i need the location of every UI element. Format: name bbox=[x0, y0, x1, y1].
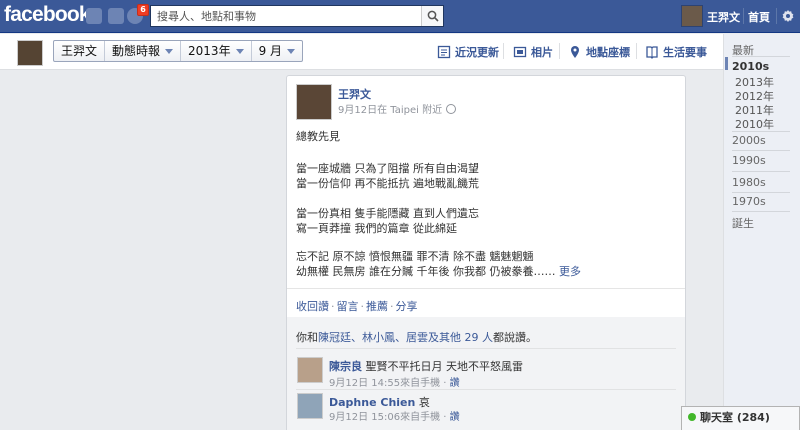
comment-time[interactable]: 9月12日 15:06來自手機 bbox=[329, 412, 440, 423]
profile-name-pill[interactable]: 王羿文 bbox=[54, 41, 106, 61]
divider bbox=[732, 211, 790, 212]
divider bbox=[732, 56, 790, 57]
divider bbox=[732, 192, 790, 193]
life-event-icon bbox=[646, 46, 658, 59]
divider bbox=[636, 43, 637, 59]
divider bbox=[296, 348, 676, 349]
commenter-avatar[interactable] bbox=[297, 357, 323, 383]
globe-icon bbox=[446, 104, 457, 114]
status-update-link[interactable]: 近況更新 bbox=[437, 44, 499, 60]
divider bbox=[732, 171, 790, 172]
comment-text: 聖賢不平托日月 天地不平怒風雷 bbox=[365, 360, 524, 373]
comment-like-link[interactable]: 讚 bbox=[450, 378, 460, 389]
author-name-link[interactable]: 王羿文 bbox=[338, 86, 371, 102]
timeline-selector: 王羿文 動態時報 2013年 9 月 bbox=[53, 40, 304, 62]
status-update-label: 近況更新 bbox=[455, 46, 499, 59]
divider bbox=[296, 389, 676, 390]
recommend-link[interactable]: 推薦 bbox=[366, 300, 388, 313]
like-summary: 你和陳冠廷、林小鳳、居雲及其他 29 人都說讚。 bbox=[296, 329, 537, 345]
month-dropdown[interactable]: 9 月 bbox=[252, 41, 302, 61]
share-link[interactable]: 分享 bbox=[396, 300, 418, 313]
year-label: 2013年 bbox=[188, 44, 231, 58]
chat-label: 聊天室 (284) bbox=[700, 411, 770, 424]
chevron-down-icon bbox=[235, 49, 244, 54]
divider bbox=[732, 131, 790, 132]
post-line: 總教先見 bbox=[296, 130, 340, 143]
user-avatar[interactable] bbox=[681, 5, 703, 27]
scrubber-item-1980s[interactable]: 1980s bbox=[732, 176, 766, 189]
facebook-logo[interactable]: facebook bbox=[4, 3, 91, 27]
messages-icon[interactable] bbox=[108, 8, 124, 24]
see-more-link[interactable]: 更多 bbox=[559, 265, 581, 278]
divider bbox=[559, 43, 560, 59]
separator: · bbox=[360, 300, 365, 313]
scrubber-item-birth[interactable]: 誕生 bbox=[732, 215, 754, 231]
photos-label: 相片 bbox=[531, 46, 553, 59]
status-icon bbox=[437, 45, 451, 59]
divider bbox=[732, 150, 790, 151]
commenter-name-link[interactable]: 陳宗良 bbox=[329, 360, 362, 373]
separator: · bbox=[390, 300, 394, 313]
post-line: 當一座城牆 只為了阻擋 所有自由渴望 bbox=[296, 162, 479, 175]
scrubber-item-1970s[interactable]: 1970s bbox=[732, 195, 766, 208]
profile-thumbnail[interactable] bbox=[17, 40, 43, 66]
section-label: 動態時報 bbox=[112, 44, 161, 58]
online-dot-icon bbox=[688, 413, 696, 421]
author-avatar[interactable] bbox=[296, 84, 332, 120]
life-events-link[interactable]: 生活要事 bbox=[645, 44, 707, 60]
month-label: 9 月 bbox=[258, 44, 283, 58]
post-line: 當一份真相 隻手能隱藏 直到人們遺忘 bbox=[296, 207, 479, 220]
scrubber-active-indicator bbox=[725, 57, 728, 70]
comment-body: 陳宗良 聖賢不平托日月 天地不平怒風雷 bbox=[329, 358, 523, 374]
scrubber-item-2010s[interactable]: 2010s bbox=[732, 60, 769, 73]
comment-meta: 9月12日 15:06來自手機 · 讚 bbox=[329, 412, 460, 423]
post-line-last: 幼無權 民無房 誰在分贓 千年後 你我都 仍被豢養…… 更多 bbox=[296, 263, 581, 279]
commenter-avatar[interactable] bbox=[297, 393, 323, 419]
scrubber-item-2010[interactable]: 2010年 bbox=[735, 116, 774, 132]
divider bbox=[503, 43, 504, 59]
story-meta: 9月12日在 Taipei 附近 bbox=[338, 101, 457, 116]
place-pin-icon bbox=[571, 46, 579, 58]
comment-like-link[interactable]: 讚 bbox=[450, 412, 460, 423]
friend-requests-icon[interactable] bbox=[86, 8, 102, 24]
separator: · bbox=[331, 300, 335, 313]
life-events-label: 生活要事 bbox=[663, 46, 707, 59]
story-actions: 收回讚 · 留言 · 推薦 · 分享 bbox=[296, 298, 418, 314]
scrubber-item-1990s[interactable]: 1990s bbox=[732, 154, 766, 167]
scrubber-item-2000s[interactable]: 2000s bbox=[732, 134, 766, 147]
unlike-link[interactable]: 收回讚 bbox=[296, 300, 329, 313]
year-dropdown[interactable]: 2013年 bbox=[181, 41, 252, 61]
chat-tab[interactable]: 聊天室 (284) bbox=[681, 406, 800, 430]
post-line: 當一份信仰 再不能抵抗 遍地戰亂饑荒 bbox=[296, 177, 479, 190]
story-timestamp[interactable]: 9月12日在 Taipei 附近 bbox=[338, 105, 442, 116]
divider bbox=[776, 8, 777, 24]
chevron-down-icon bbox=[287, 49, 296, 54]
user-name-link[interactable]: 王羿文 bbox=[707, 9, 740, 25]
comment-time[interactable]: 9月12日 14:55來自手機 bbox=[329, 378, 440, 389]
comment-meta: 9月12日 14:55來自手機 · 讚 bbox=[329, 378, 460, 389]
post-line: 忘不記 原不諒 憤恨無疆 罪不清 除不盡 魑魅魍魎 bbox=[296, 250, 534, 263]
notification-badge: 6 bbox=[137, 4, 149, 16]
likes-suffix: 都說讚。 bbox=[493, 331, 537, 344]
section-dropdown[interactable]: 動態時報 bbox=[105, 41, 182, 61]
divider bbox=[287, 288, 685, 289]
post-line: 幼無權 民無房 誰在分贓 千年後 你我都 仍被豢養…… bbox=[296, 265, 556, 278]
photo-icon bbox=[513, 46, 527, 58]
search-box bbox=[150, 5, 444, 27]
post-line: 寫一頁莽撞 我們的篇章 從此綿延 bbox=[296, 222, 457, 235]
settings-gear-icon[interactable] bbox=[781, 9, 795, 23]
search-input[interactable] bbox=[151, 6, 421, 26]
places-link[interactable]: 地點座標 bbox=[568, 44, 630, 60]
comment-link[interactable]: 留言 bbox=[337, 300, 359, 313]
likers-link[interactable]: 陳冠廷、林小鳳、居雲及其他 29 人 bbox=[318, 331, 493, 344]
chevron-down-icon bbox=[165, 49, 174, 54]
photos-link[interactable]: 相片 bbox=[513, 44, 553, 60]
likes-prefix: 你和 bbox=[296, 331, 318, 344]
places-label: 地點座標 bbox=[586, 46, 630, 59]
search-button[interactable] bbox=[421, 6, 443, 26]
search-icon bbox=[427, 10, 439, 22]
divider bbox=[743, 8, 744, 24]
home-link[interactable]: 首頁 bbox=[748, 9, 770, 25]
